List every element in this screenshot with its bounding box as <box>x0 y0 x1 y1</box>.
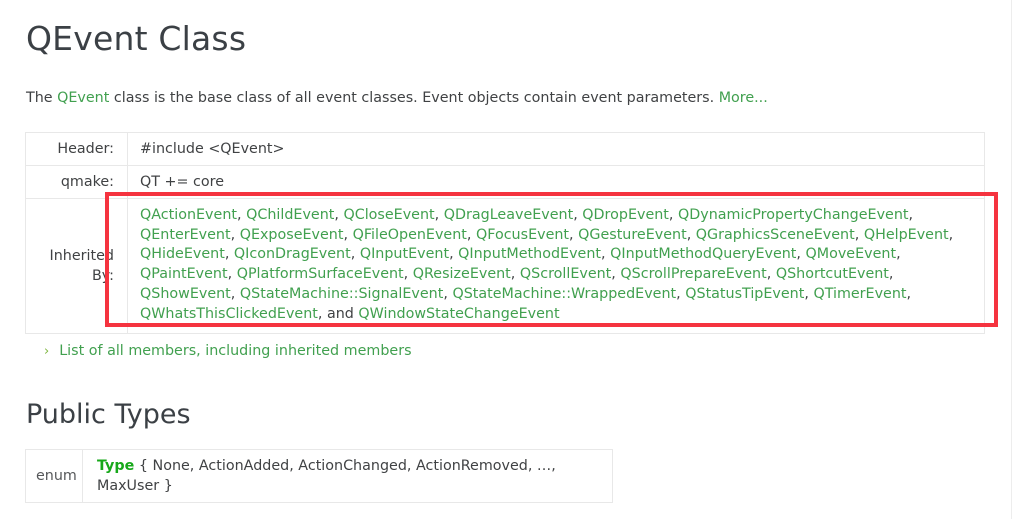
inherited-class-link[interactable]: QScrollEvent <box>520 266 611 282</box>
list-separator: , <box>766 266 776 283</box>
list-separator: , <box>403 266 413 283</box>
inherited-class-link[interactable]: QStateMachine::SignalEvent <box>240 286 443 302</box>
list-separator: , <box>908 207 914 223</box>
qmake-row-label: qmake: <box>25 165 128 199</box>
inherited-class-link[interactable]: QInputMethodQueryEvent <box>610 246 796 262</box>
list-separator: , <box>668 207 678 223</box>
list-separator: , <box>854 226 864 243</box>
list-separator: , <box>343 226 353 243</box>
header-row-value: #include <QEvent> <box>127 132 985 166</box>
inherited-class-link[interactable]: QIconDragEvent <box>234 246 351 262</box>
list-separator: , <box>434 207 444 223</box>
inherited-class-link[interactable]: QScrollPrepareEvent <box>620 266 766 282</box>
inherited-class-link[interactable]: QCloseEvent <box>343 207 434 223</box>
list-separator: , <box>449 246 459 263</box>
page-gutter-rule <box>1011 0 1012 519</box>
brief-middle: class is the base class of all event cla… <box>109 90 719 106</box>
class-brief-description: The QEvent class is the base class of al… <box>26 88 768 108</box>
inherited-class-link[interactable]: QInputEvent <box>360 246 449 262</box>
public-types-heading: Public Types <box>26 399 191 430</box>
all-members-link[interactable]: List of all members, including inherited… <box>59 341 411 361</box>
inherited-class-link[interactable]: QInputMethodEvent <box>458 246 601 262</box>
list-separator: , <box>230 226 240 243</box>
inherited-by-label-line1: Inherited <box>49 248 114 265</box>
all-members-link-row[interactable]: › List of all members, including inherit… <box>44 341 412 362</box>
list-separator: , <box>569 226 579 243</box>
header-row-label: Header: <box>25 132 128 166</box>
qmake-row-value: QT += core <box>127 165 985 199</box>
inherited-class-link[interactable]: QGestureEvent <box>578 227 687 243</box>
inherited-class-link[interactable]: QActionEvent <box>140 207 237 223</box>
list-separator: , <box>948 226 954 243</box>
list-separator: , <box>573 207 583 223</box>
inherited-by-label: Inherited By: <box>25 197 128 335</box>
list-separator: , <box>888 266 894 283</box>
list-separator: , <box>237 207 247 223</box>
list-separator: , <box>224 246 234 263</box>
inherited-class-link[interactable]: QHideEvent <box>140 246 225 262</box>
table-row: enum Type { None, ActionAdded, ActionCha… <box>25 449 613 503</box>
inherited-class-link[interactable]: QPlatformSurfaceEvent <box>237 266 404 282</box>
list-separator: , <box>466 226 476 243</box>
inherited-class-link[interactable]: QShowEvent <box>140 286 231 302</box>
brief-prefix: The <box>26 90 58 106</box>
inherited-class-link[interactable]: QGraphicsSceneEvent <box>696 227 855 243</box>
list-separator: , <box>510 266 520 283</box>
list-separator: , <box>676 285 686 302</box>
type-enum-link[interactable]: Type <box>97 458 134 474</box>
list-separator: , <box>350 246 360 263</box>
inherited-class-link[interactable]: QDynamicPropertyChangeEvent <box>678 207 909 223</box>
inherited-class-link-list: QActionEvent, QChildEvent, QCloseEvent , … <box>140 207 953 322</box>
list-separator: , <box>796 246 806 263</box>
class-info-table: Header: #include <QEvent> qmake: QT += c… <box>25 132 985 335</box>
list-separator: , <box>906 285 912 302</box>
inherited-class-link[interactable]: QTimerEvent <box>813 286 906 302</box>
list-separator: , <box>230 285 240 302</box>
list-separator: , <box>896 246 901 263</box>
inherited-class-link[interactable]: QMoveEvent <box>806 246 897 262</box>
more-link[interactable]: More... <box>719 90 768 106</box>
inherited-class-link[interactable]: QResizeEvent <box>413 266 511 282</box>
list-separator: , <box>227 266 237 283</box>
inherited-class-link[interactable]: QWindowStateChangeEvent <box>358 306 559 322</box>
inherited-by-label-line2: By: <box>91 268 114 285</box>
inherited-by-value: QActionEvent, QChildEvent, QCloseEvent , … <box>127 197 985 335</box>
inherited-class-link[interactable]: QExposeEvent <box>240 227 344 243</box>
type-kind-cell: enum <box>25 449 83 503</box>
inherited-class-link[interactable]: QDragLeaveEvent <box>444 207 573 223</box>
chevron-right-icon: › <box>44 344 50 359</box>
list-separator: , <box>686 226 696 243</box>
documentation-content: QEvent Class The QEvent class is the bas… <box>0 0 1011 519</box>
inherited-class-link[interactable]: QEnterEvent <box>140 227 231 243</box>
table-row: Header: #include <QEvent> <box>25 132 985 166</box>
qevent-class-link[interactable]: QEvent <box>57 90 109 106</box>
inherited-class-link[interactable]: QWhatsThisClickedEvent <box>140 306 318 322</box>
inherited-class-link[interactable]: QShortcutEvent <box>776 266 889 282</box>
inherited-class-link[interactable]: QHelpEvent <box>864 227 949 243</box>
inherited-class-link[interactable]: QPaintEvent <box>140 266 228 282</box>
page-title: QEvent Class <box>26 19 247 58</box>
list-separator: , <box>601 246 611 263</box>
inherited-class-link[interactable]: QDropEvent <box>582 207 669 223</box>
inherited-class-link[interactable]: QStatusTipEvent <box>685 286 804 302</box>
list-separator: , and <box>317 305 359 322</box>
inherited-class-link[interactable]: QStateMachine::WrappedEvent <box>452 286 676 302</box>
table-row: Inherited By: QActionEvent, QChildEvent,… <box>25 197 985 335</box>
table-row: qmake: QT += core <box>25 165 985 199</box>
inherited-class-link[interactable]: QFileOpenEvent <box>353 227 467 243</box>
inherited-class-link[interactable]: QFocusEvent <box>476 227 569 243</box>
type-declaration-cell: Type { None, ActionAdded, ActionChanged,… <box>82 449 613 503</box>
type-enum-values: { None, ActionAdded, ActionChanged, Acti… <box>97 458 556 494</box>
inherited-class-link[interactable]: QChildEvent <box>246 207 334 223</box>
public-types-table: enum Type { None, ActionAdded, ActionCha… <box>25 449 613 503</box>
